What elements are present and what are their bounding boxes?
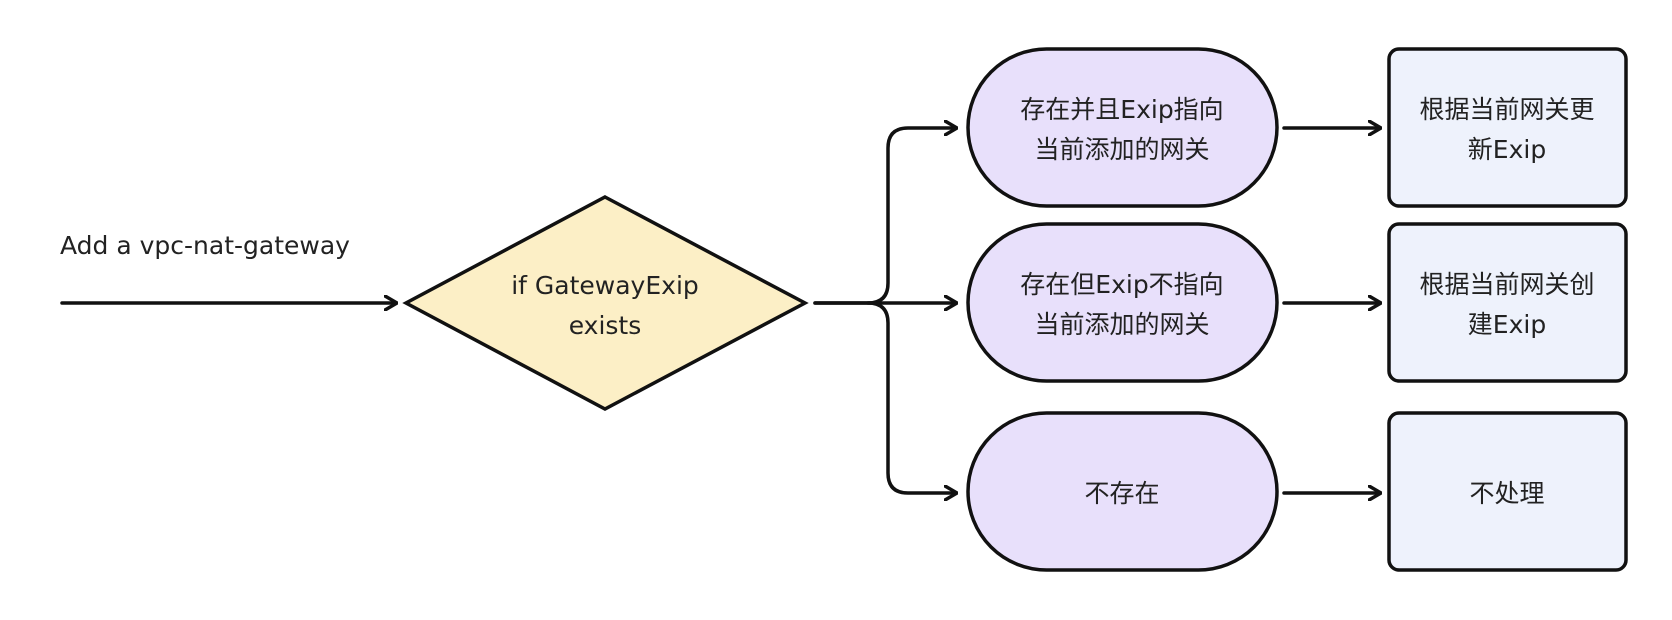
branch-connector-top [813,128,956,305]
condition-node-exists-points-current [966,47,1279,208]
action-node-create-exip [1387,222,1628,383]
decision-label-line1: if GatewayExip [511,271,699,300]
action-label-2-line1: 根据当前网关创 [1419,270,1594,299]
action-node-update-exip [1387,47,1628,208]
decision-diamond [402,195,809,411]
condition-label-2-line2: 当前添加的网关 [1034,310,1209,339]
decision-label-line2: exists [569,311,642,340]
condition-node-exists-not-current [966,222,1279,383]
condition-label-3: 不存在 [1084,479,1159,508]
start-label: Add a vpc-nat-gateway [60,231,350,260]
condition-label-1-line1: 存在并且Exip指向 [1020,95,1223,124]
branch-connector-bottom [866,301,956,493]
action-label-1-line1: 根据当前网关更 [1419,95,1594,124]
action-label-2-line2: 建Exip [1468,310,1546,339]
action-label-3: 不处理 [1469,479,1544,508]
action-label-1-line2: 新Exip [1468,135,1546,164]
condition-label-1-line2: 当前添加的网关 [1034,135,1209,164]
flowchart: Add a vpc-nat-gateway if GatewayExip exi… [60,47,1628,572]
condition-label-2-line1: 存在但Exip不指向 [1020,270,1223,299]
